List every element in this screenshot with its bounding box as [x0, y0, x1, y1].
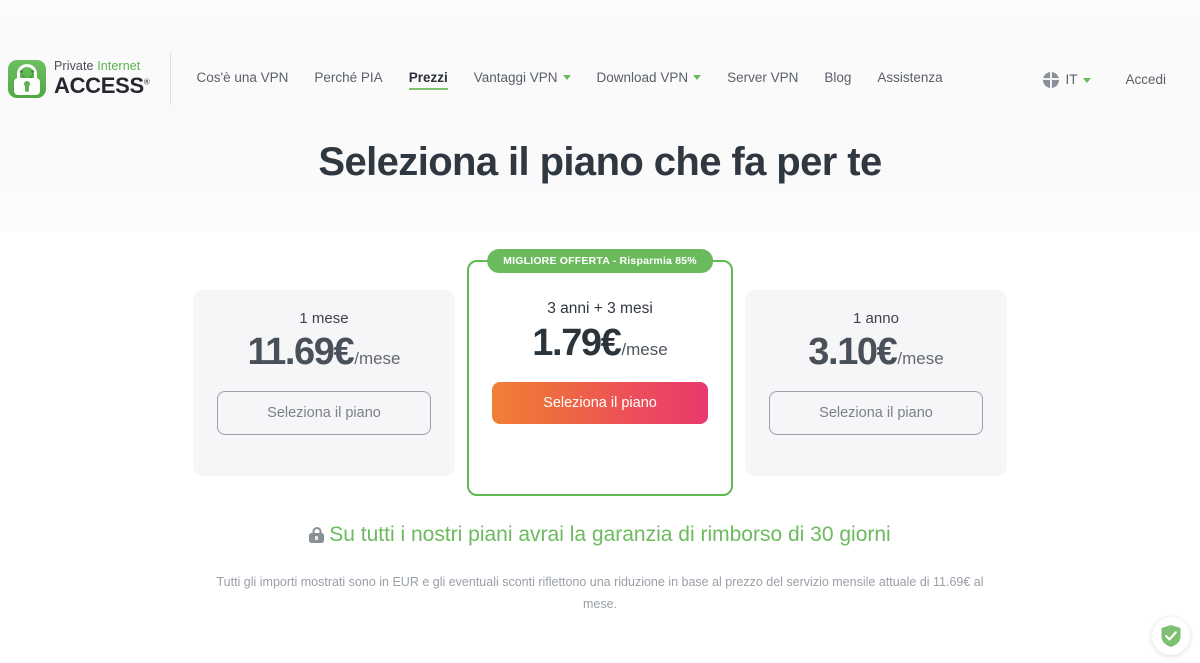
nav-item-prezzi[interactable]: Prezzi — [408, 69, 448, 90]
nav-item-assistenza[interactable]: Assistenza — [877, 70, 942, 90]
nav-label: Perché PIA — [314, 69, 383, 85]
registered-mark: ® — [143, 77, 150, 87]
plan-card-3-years-3-months[interactable]: MIGLIORE OFFERTA - Risparmia 85% 3 anni … — [467, 249, 733, 496]
plan-term: 1 mese — [299, 310, 349, 327]
nav-item-blog[interactable]: Blog — [824, 70, 851, 90]
chevron-down-icon — [562, 75, 571, 80]
plan-price: 11.69€ /mese — [247, 331, 401, 373]
header-actions: IT Accedi — [1043, 71, 1166, 88]
login-link[interactable]: Accedi — [1125, 72, 1166, 87]
plan-price: 1.79€ /mese — [532, 322, 668, 364]
nav-label: Server VPN — [727, 69, 799, 85]
globe-icon — [1043, 71, 1060, 88]
nav-item-why-pia[interactable]: Perché PIA — [314, 70, 382, 90]
language-selector[interactable]: IT — [1043, 71, 1092, 88]
plan-card-1-month[interactable]: 1 mese 11.69€ /mese Seleziona il piano — [193, 290, 455, 476]
page-title: Seleziona il piano che fa per te — [318, 140, 882, 184]
adguard-shield-icon — [1161, 625, 1181, 647]
select-plan-button-3-years[interactable]: Seleziona il piano — [492, 381, 708, 424]
logo-word-internet: Internet — [97, 59, 141, 74]
logo-word-access: ACCESS — [54, 72, 144, 98]
nav-label: Blog — [824, 69, 852, 85]
main-navigation: Cos'è una VPN Perché PIA Prezzi Vantaggi… — [197, 70, 1044, 90]
nav-item-what-is-vpn[interactable]: Cos'è una VPN — [197, 70, 289, 90]
best-offer-badge: MIGLIORE OFFERTA - Risparmia 85% — [487, 249, 713, 273]
plan-term: 1 anno — [853, 310, 899, 327]
nav-item-download-vpn[interactable]: Download VPN — [597, 70, 702, 90]
padlock-smiley-icon — [8, 59, 46, 98]
plan-price: 3.10€ /mese — [808, 331, 944, 373]
plan-term: 3 anni + 3 mesi — [547, 300, 653, 317]
nav-item-vantaggi-vpn[interactable]: Vantaggi VPN — [474, 70, 571, 90]
header-divider — [169, 52, 171, 105]
site-header: Private Internet ACCESS® Cos'è una VPN P… — [0, 0, 1200, 135]
logo-word-private: Private — [54, 59, 94, 74]
plan-price-amount: 3.10€ — [808, 331, 897, 373]
nav-item-server-vpn[interactable]: Server VPN — [727, 70, 798, 90]
guarantee-text: Su tutti i nostri piani avrai la garanzi… — [329, 523, 891, 546]
pricing-disclaimer: Tutti gli importi mostrati sono in EUR e… — [216, 575, 984, 611]
lock-icon — [309, 527, 325, 543]
adguard-widget[interactable] — [1152, 617, 1190, 655]
language-label: IT — [1065, 72, 1078, 87]
plan-price-amount: 1.79€ — [532, 322, 621, 364]
nav-label: Prezzi — [408, 69, 448, 85]
chevron-down-icon — [1083, 77, 1092, 83]
logo-wordmark: Private Internet ACCESS® — [54, 60, 150, 97]
nav-label: Download VPN — [596, 69, 689, 85]
nav-label: Assistenza — [877, 69, 943, 85]
plan-price-period: /mese — [354, 349, 401, 368]
plan-card-1-year[interactable]: 1 anno 3.10€ /mese Seleziona il piano — [745, 290, 1007, 476]
pricing-plans: 1 mese 11.69€ /mese Seleziona il piano M… — [0, 249, 1200, 496]
chevron-down-icon — [693, 75, 702, 80]
nav-label: Vantaggi VPN — [473, 69, 558, 85]
money-back-guarantee: Su tutti i nostri piani avrai la garanzi… — [0, 523, 1200, 547]
plan-price-amount: 11.69€ — [247, 331, 354, 373]
select-plan-button-1-year[interactable]: Seleziona il piano — [769, 390, 983, 435]
plan-price-period: /mese — [897, 349, 944, 368]
nav-label: Cos'è una VPN — [196, 69, 289, 85]
plan-price-period: /mese — [621, 340, 668, 359]
site-logo[interactable]: Private Internet ACCESS® — [8, 59, 168, 98]
select-plan-button-1-month[interactable]: Seleziona il piano — [217, 390, 431, 435]
